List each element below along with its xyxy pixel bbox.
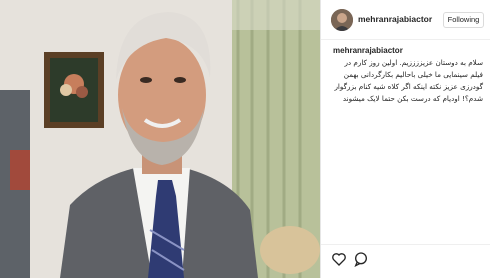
caption-text: سلام به دوستان عزیززززیم. اولین روز کارم… [334,58,483,103]
username-link[interactable]: mehranrajabiactor [358,14,432,24]
avatar[interactable] [331,9,353,31]
heart-outline-icon[interactable] [331,251,347,267]
avatar-image [331,9,353,31]
post-photo [0,0,320,278]
post-actions [321,244,490,278]
post-caption: mehranrajabiactor سلام به دوستان عزیزززز… [333,46,483,105]
following-button[interactable]: Following [443,12,484,28]
comment-bubble-icon[interactable] [353,251,369,268]
post-header: mehranrajabiactor Following [321,0,490,40]
instagram-post: mehranrajabiactor Following mehranrajabi… [0,0,490,278]
caption-username[interactable]: mehranrajabiactor [333,46,483,55]
post-side-panel: mehranrajabiactor Following mehranrajabi… [320,0,490,278]
